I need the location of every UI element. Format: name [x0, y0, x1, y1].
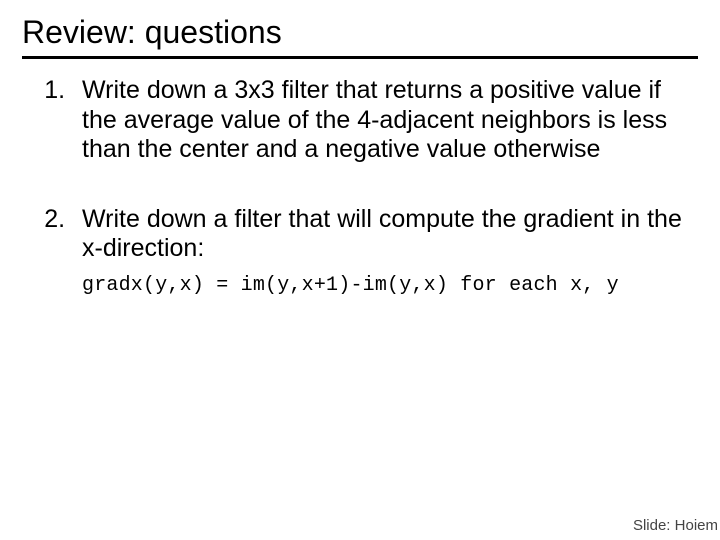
question-2: Write down a filter that will compute th… — [72, 205, 698, 298]
question-2-text: Write down a filter that will compute th… — [82, 205, 682, 263]
question-2-code: gradx(y,x) = im(y,x+1)-im(y,x) for each … — [82, 274, 698, 298]
slide-title: Review: questions — [22, 14, 282, 51]
slide: Review: questions Write down a 3x3 filte… — [0, 0, 720, 540]
title-underline — [22, 56, 698, 59]
question-1-text: Write down a 3x3 filter that returns a p… — [82, 76, 667, 163]
slide-credit: Slide: Hoiem — [633, 517, 718, 534]
question-list: Write down a 3x3 filter that returns a p… — [22, 76, 698, 297]
question-1: Write down a 3x3 filter that returns a p… — [72, 76, 698, 165]
slide-body: Write down a 3x3 filter that returns a p… — [22, 76, 698, 337]
